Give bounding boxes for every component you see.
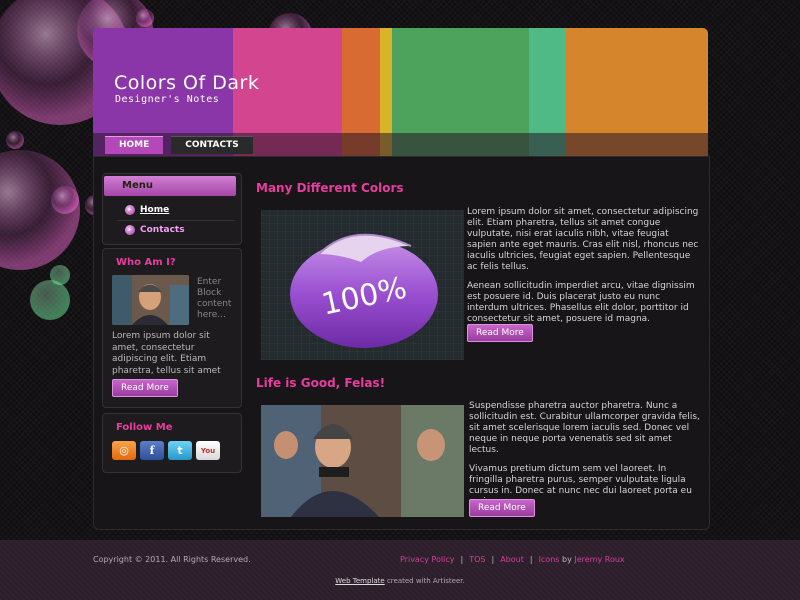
rss-icon[interactable]: ◎ <box>112 441 136 460</box>
tos-link[interactable]: TOS <box>469 555 485 564</box>
post-body-many-colors: Lorem ipsum dolor sit amet, consectetur … <box>467 207 699 333</box>
site-header: Colors Of Dark Designer's Notes HOME CON… <box>93 28 708 156</box>
percent-sticker-image: 100% <box>261 210 464 360</box>
main-nav: HOME CONTACTS <box>105 136 253 154</box>
site-footer: Copyright © 2011. All Rights Reserved. P… <box>0 540 800 600</box>
site-title[interactable]: Colors Of Dark <box>114 72 259 94</box>
young-man-photo <box>261 405 464 517</box>
follow-me-block: Follow Me ◎ f t You <box>102 413 242 473</box>
post-paragraph: Lorem ipsum dolor sit amet, consectetur … <box>467 207 699 272</box>
by-text: by <box>562 555 572 564</box>
post-title-life-is-good[interactable]: Life is Good, Felas! <box>256 376 385 390</box>
nav-home[interactable]: HOME <box>105 136 164 154</box>
read-more-button-post1[interactable]: Read More <box>467 324 533 342</box>
copyright-text: Copyright © 2011. All Rights Reserved. <box>93 555 251 564</box>
block-content-placeholder: Enter Block content here... <box>197 277 232 320</box>
icons-link[interactable]: Icons <box>539 555 560 564</box>
web-template-link[interactable]: Web Template <box>335 577 384 585</box>
who-am-i-title: Who Am I? <box>116 257 176 268</box>
credit-text: created with Artisteer. <box>386 577 465 585</box>
follow-me-title: Follow Me <box>116 422 173 433</box>
main-content-area: Menu ▸ Home ▸ Contacts Who Am I? Enter B… <box>93 156 710 530</box>
menu-title: Menu <box>122 180 153 191</box>
menu-item-contacts[interactable]: ▸ Contacts <box>125 224 185 236</box>
nav-contacts[interactable]: CONTACTS <box>171 136 253 154</box>
separator: | <box>529 555 533 564</box>
post-title-many-colors[interactable]: Many Different Colors <box>256 181 404 195</box>
icons-credit: Icons by Jeremy Roux <box>539 555 625 564</box>
post-paragraph: Aenean sollicitudin imperdiet arcu, vita… <box>467 281 695 324</box>
separator: | <box>491 555 495 564</box>
menu-item-home[interactable]: ▸ Home <box>125 204 169 216</box>
menu-item-contacts-label[interactable]: Contacts <box>140 224 185 236</box>
separator: | <box>460 555 464 564</box>
site-slogan: Designer's Notes <box>115 94 220 105</box>
who-am-i-block: Who Am I? Enter Block content here... Lo… <box>102 248 242 408</box>
post-paragraph: Suspendisse pharetra auctor pharetra. Nu… <box>469 401 700 455</box>
arrow-bullet-icon: ▸ <box>125 205 135 215</box>
arrow-bullet-icon: ▸ <box>125 225 135 235</box>
profile-photo <box>112 275 189 325</box>
menu-header: Menu <box>104 176 236 196</box>
template-credit: Web Template created with Artisteer. <box>0 577 800 585</box>
youtube-icon[interactable]: You <box>196 441 220 460</box>
divider <box>117 220 235 221</box>
menu-item-home-label[interactable]: Home <box>140 204 169 216</box>
footer-links: Privacy Policy | TOS | About | Icons by Jer… <box>400 555 625 564</box>
read-more-button-post2[interactable]: Read More <box>469 499 535 517</box>
who-read-more-button[interactable]: Read More <box>112 379 178 397</box>
privacy-policy-link[interactable]: Privacy Policy <box>400 555 455 564</box>
menu-block: Menu ▸ Home ▸ Contacts <box>102 173 242 245</box>
author-link[interactable]: Jeremy Roux <box>574 555 624 564</box>
twitter-icon[interactable]: t <box>168 441 192 460</box>
about-link[interactable]: About <box>500 555 524 564</box>
facebook-icon[interactable]: f <box>140 441 164 460</box>
